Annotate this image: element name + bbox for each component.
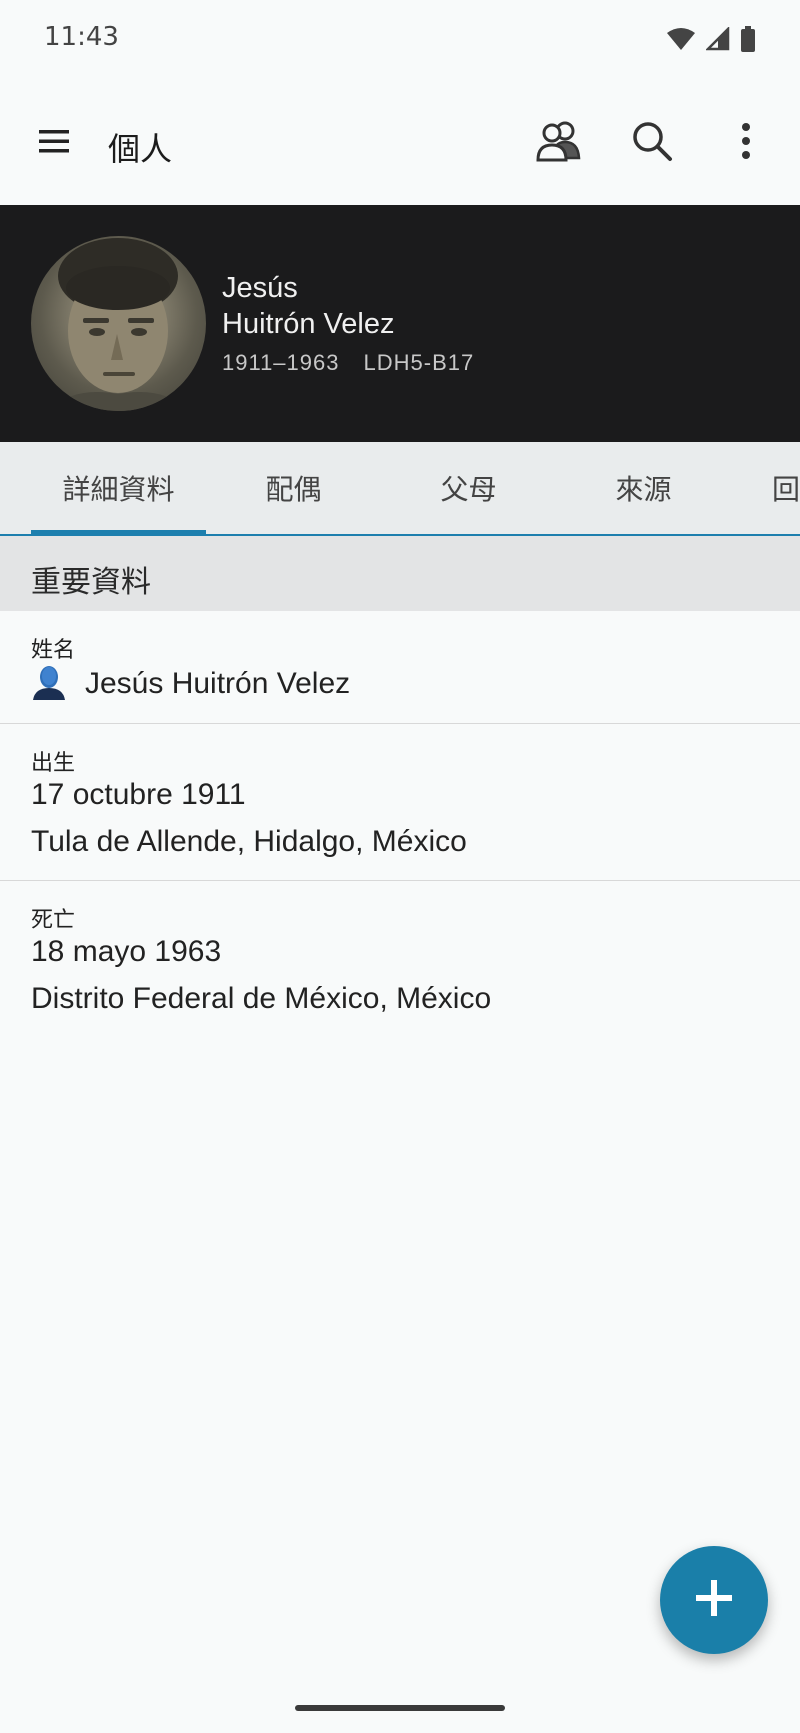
portrait-image (51, 238, 186, 411)
vital-row-death[interactable]: 死亡 18 mayo 1963 Distrito Federal de Méxi… (0, 881, 800, 1038)
status-icons (666, 25, 756, 56)
tab-label: 配偶 (265, 473, 322, 506)
tab-bar: 詳細資料 配偶 父母 來源 回 (0, 442, 800, 536)
family-tree-button[interactable] (527, 111, 591, 175)
tab-sources[interactable]: 來源 (556, 442, 731, 534)
person-given-name: Jesús (222, 272, 298, 304)
people-icon (535, 120, 583, 166)
death-date: 18 mayo 1963 (31, 935, 222, 968)
vital-row-name[interactable]: 姓名 Jesús Huitrón Velez (0, 611, 800, 724)
home-indicator[interactable] (295, 1705, 505, 1711)
death-place: Distrito Federal de México, México (31, 982, 492, 1015)
tab-label: 父母 (440, 473, 497, 506)
app-title: 個人 (108, 130, 173, 168)
menu-icon (39, 129, 69, 157)
cell-signal-icon (704, 25, 730, 55)
person-surname: Huitrón Velez (222, 308, 395, 340)
wifi-icon (666, 27, 696, 55)
status-time: 11:43 (44, 22, 119, 52)
tab-label: 來源 (615, 473, 672, 506)
add-button[interactable] (660, 1546, 768, 1654)
person-id: LDH5-B17 (363, 350, 475, 375)
birth-date: 17 octubre 1911 (31, 778, 246, 811)
person-icon (31, 664, 67, 704)
more-options-button[interactable] (714, 111, 778, 175)
battery-icon (740, 26, 756, 56)
person-meta: 1911–1963 LDH5-B17 (222, 350, 474, 376)
person-portrait[interactable] (31, 236, 206, 411)
section-title: 重要資料 (31, 565, 151, 600)
row-label: 姓名 (31, 638, 76, 663)
row-label: 出生 (31, 751, 76, 776)
active-tab-indicator (31, 530, 206, 534)
tab-memories[interactable]: 回 (772, 442, 800, 534)
menu-button[interactable] (22, 111, 86, 175)
tab-spouses[interactable]: 配偶 (206, 442, 381, 534)
tab-label: 詳細資料 (62, 473, 175, 506)
row-label: 死亡 (31, 908, 76, 933)
search-button[interactable] (620, 111, 684, 175)
more-vert-icon (741, 122, 751, 164)
screen: 11:43 個人 Jesús Huitrón Velez 1911–1963 L… (0, 0, 800, 1733)
birth-place: Tula de Allende, Hidalgo, México (31, 825, 467, 858)
tab-details[interactable]: 詳細資料 (31, 442, 206, 534)
tab-label: 回 (772, 473, 800, 506)
search-icon (631, 120, 673, 166)
row-value: Jesús Huitrón Velez (85, 667, 351, 700)
status-bar: 11:43 (0, 0, 800, 80)
tab-parents[interactable]: 父母 (381, 442, 556, 534)
person-lifespan: 1911–1963 (222, 350, 340, 375)
vital-row-birth[interactable]: 出生 17 octubre 1911 Tula de Allende, Hida… (0, 724, 800, 881)
add-icon (694, 1578, 734, 1622)
